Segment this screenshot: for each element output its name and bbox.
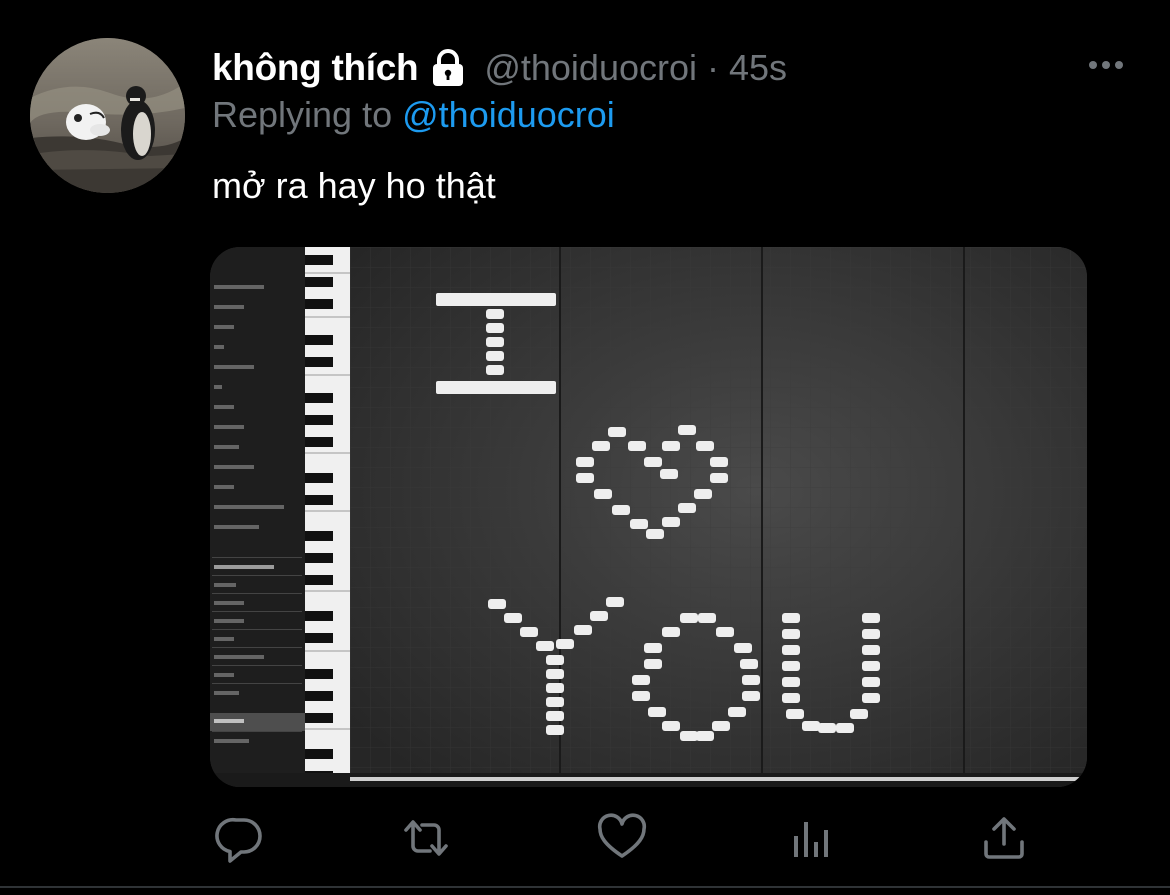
user-handle[interactable]: @thoiduocroi [484, 47, 697, 89]
tweet-action-bar [210, 810, 1050, 870]
tweet-text: mở ra hay ho thật [212, 165, 496, 206]
divider [0, 886, 1170, 888]
more-options-icon[interactable] [1080, 50, 1130, 80]
reply-mention-link[interactable]: @thoiduocroi [402, 94, 615, 135]
lock-icon [428, 48, 468, 88]
piano-roll-image [210, 247, 1087, 787]
replying-prefix: Replying to [212, 94, 393, 135]
separator-dot: · [707, 47, 720, 88]
share-icon[interactable] [976, 810, 1032, 866]
tweet[interactable]: không thích @thoiduocroi · 45s Replying … [0, 0, 1170, 895]
analytics-icon[interactable] [784, 810, 840, 866]
tweet-header: không thích @thoiduocroi · 45s [212, 44, 787, 92]
reply-icon[interactable] [212, 810, 268, 866]
replying-to-line: Replying to @thoiduocroi [212, 94, 615, 136]
like-icon[interactable] [594, 810, 650, 866]
retweet-icon[interactable] [398, 810, 454, 866]
display-name[interactable]: không thích [212, 47, 419, 89]
tweet-timestamp[interactable]: 45s [729, 47, 787, 89]
avatar-image [30, 38, 185, 193]
tweet-media-image[interactable] [210, 247, 1087, 787]
avatar[interactable] [30, 38, 185, 193]
